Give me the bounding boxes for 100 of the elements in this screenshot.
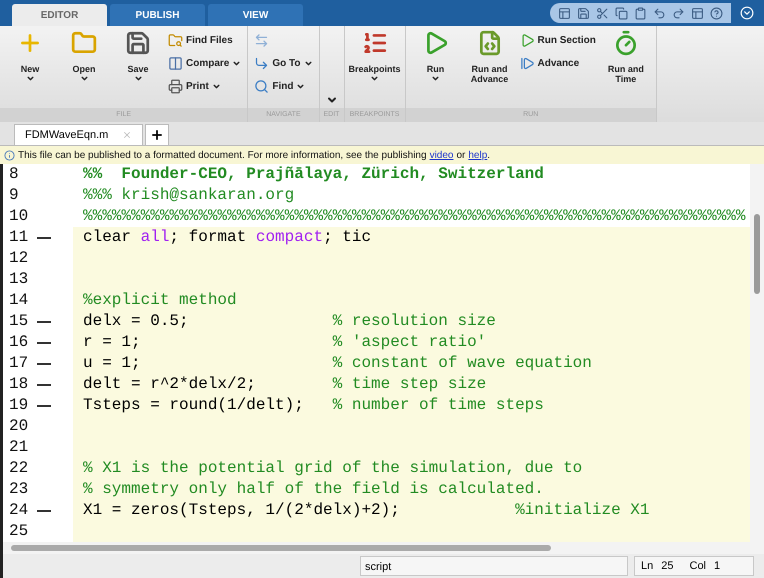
line-number: 9 (8, 185, 20, 206)
line-number: 19 (8, 395, 30, 416)
column-value: 1 (714, 558, 720, 574)
line-number: 16 (8, 332, 30, 353)
caret-icon (431, 74, 440, 83)
horizontal-scrollbar[interactable] (0, 542, 764, 554)
code-text: compact (256, 227, 324, 248)
ribbon-button[interactable]: Find Files (168, 30, 242, 50)
ribbon-button[interactable]: Go To (254, 53, 312, 73)
save-icon[interactable] (577, 6, 590, 20)
code-text: ; tic (323, 227, 372, 248)
line-number: 17 (8, 353, 30, 374)
add-tab-icon[interactable] (145, 124, 170, 145)
caret-icon (212, 82, 221, 90)
toolstrip-tab[interactable]: PUBLISH (110, 4, 205, 26)
line-number: 18 (8, 374, 30, 395)
code-comment: % constant of wave equation (332, 353, 592, 374)
line-number: 25 (8, 521, 30, 542)
ribbon-button[interactable]: New (6, 30, 54, 83)
arrow-icon (254, 56, 270, 70)
code-comment: % number of time steps (332, 395, 544, 416)
line-number: 21 (8, 437, 30, 458)
info-text: This file can be published to a formatted document. For more information, see the publishing (18, 148, 427, 162)
code-comment: %% Founder-CEO, Prajñālaya, Zürich, Switzerland (83, 164, 544, 185)
ribbon-button[interactable]: Advance (520, 53, 596, 73)
code-text: all (140, 227, 170, 248)
help-icon[interactable] (710, 6, 723, 20)
code-text: Tsteps = round(1/delt); (83, 395, 305, 416)
line-label: Ln (641, 558, 654, 574)
line-number: 23 (8, 479, 30, 500)
caret-icon (134, 74, 142, 83)
caret-icon (232, 58, 242, 68)
code-comment: %%%%%%%%%%%%%%%%%%%%%%%%%%%%%%%%%%%%%%%%%%%%%%%%%%%%%%%%%%%%%%%%%%%%% (83, 206, 746, 227)
step-forward-icon (520, 56, 534, 70)
columns-icon (168, 56, 183, 70)
code-text: delt = r^2*delx/2; (83, 374, 257, 395)
caret-icon (26, 74, 34, 83)
toolstrip-tab[interactable]: EDITOR (12, 4, 107, 26)
info-text: or (456, 148, 466, 162)
line-number: 22 (8, 458, 30, 479)
line-number: 15 (8, 311, 30, 332)
caret-icon (304, 58, 312, 68)
printer-icon (168, 78, 183, 94)
ribbon-button[interactable]: Save (114, 30, 162, 83)
layout-icon[interactable] (691, 6, 704, 20)
code-comment: % symmetry only half of the field is calculated. (83, 479, 544, 500)
code-comment: % X1 is the potential grid of the simulation, due to (83, 458, 582, 479)
ribbon-button[interactable]: Compare (168, 53, 242, 73)
code-text: clear (83, 227, 132, 248)
caret-icon (370, 74, 379, 83)
code-text: X1 = zeros(Tsteps, 1/(2*delx)+2); (83, 500, 401, 521)
line-number: 14 (8, 290, 30, 311)
ribbon-button[interactable]: Run Section (520, 30, 596, 50)
ribbon-button[interactable]: Run (412, 30, 460, 83)
code-comment: % time step size (332, 374, 486, 395)
chevron-circle-icon[interactable] (740, 6, 754, 20)
ribbon-button[interactable]: Find (254, 76, 312, 96)
redo-icon[interactable] (672, 6, 685, 20)
cut-icon[interactable] (596, 6, 609, 20)
line-number: 13 (8, 269, 30, 290)
list-icon (362, 30, 388, 56)
layout-icon[interactable] (558, 6, 571, 20)
code-editor[interactable] (3, 164, 750, 542)
folder-search-icon (168, 32, 183, 48)
line-number: 12 (8, 248, 30, 269)
code-text: ; format (169, 227, 248, 248)
line-number: 24 (8, 500, 30, 521)
copy-icon[interactable] (615, 6, 628, 20)
code-text: r = 1; (83, 332, 142, 353)
ribbon-button[interactable]: Run and Advance (466, 30, 514, 84)
ribbon-button[interactable]: Breakpoints (350, 30, 398, 83)
column-label: Col (690, 558, 706, 574)
code-text: u = 1; (83, 353, 142, 374)
code-comment: % 'aspect ratio' (332, 332, 486, 353)
code-text: delx = 0.5; (83, 311, 190, 332)
file-tab[interactable]: FDMWaveEqn.m (14, 124, 144, 145)
info-icon (4, 150, 15, 160)
code-comment: %explicit method (83, 290, 237, 311)
code-comment: %%% krish@sankaran.org (83, 185, 294, 206)
line-number: 20 (8, 416, 30, 437)
toolstrip-tab[interactable]: VIEW (208, 4, 303, 26)
line-number: 10 (8, 206, 30, 227)
play-icon (520, 32, 534, 48)
info-text: . (487, 148, 490, 162)
ribbon-button[interactable]: Open (60, 30, 108, 83)
paste-icon[interactable] (634, 6, 647, 20)
search-icon (254, 78, 270, 94)
undo-icon[interactable] (653, 6, 666, 20)
vertical-scrollbar[interactable] (750, 164, 764, 542)
folder-icon (71, 30, 97, 56)
video-link[interactable]: video (430, 148, 454, 162)
caret-icon (296, 82, 306, 90)
ribbon-button[interactable]: Run and Time (602, 30, 650, 84)
file-type-field: script (360, 556, 628, 576)
line-number: 11 (8, 227, 30, 248)
code-comment: %initialize X1 (515, 500, 650, 521)
line-value: 25 (661, 558, 674, 574)
code-comment: % resolution size (332, 311, 496, 332)
help-link[interactable]: help (468, 148, 488, 162)
ribbon-button[interactable]: Print (168, 76, 242, 96)
